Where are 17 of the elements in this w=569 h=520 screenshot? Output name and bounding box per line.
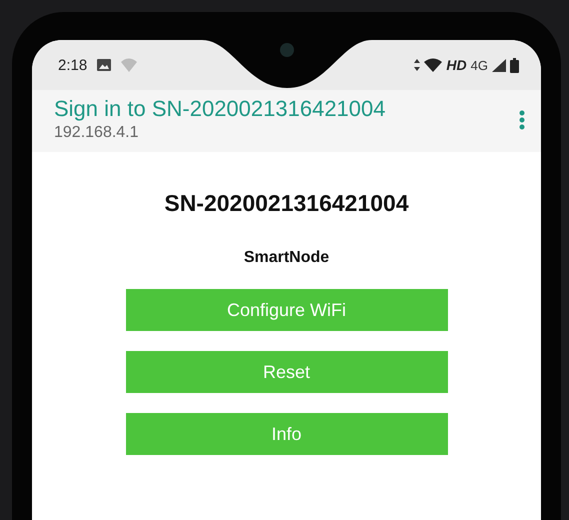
action-button[interactable]: Reset [126, 351, 448, 393]
network-label: HD [446, 57, 467, 73]
more-menu-icon[interactable] [519, 110, 525, 130]
signal-icon [492, 58, 506, 72]
wifi-icon [424, 58, 442, 72]
battery-icon [510, 58, 519, 72]
status-time: 2:18 [58, 56, 88, 74]
wifi-icon [121, 58, 138, 72]
device-subtitle: SmartNode [244, 249, 330, 267]
image-icon [97, 59, 112, 71]
device-heading: SN-2020021316421004 [164, 190, 409, 217]
action-button[interactable]: Info [126, 413, 448, 455]
network-type: 4G [470, 58, 488, 72]
action-button[interactable]: Configure WiFi [126, 289, 448, 331]
address-text: 192.168.4.1 [54, 124, 140, 142]
data-arrows-icon [414, 59, 420, 71]
sign-in-title: Sign in to SN-2020021316421004 [54, 96, 386, 122]
